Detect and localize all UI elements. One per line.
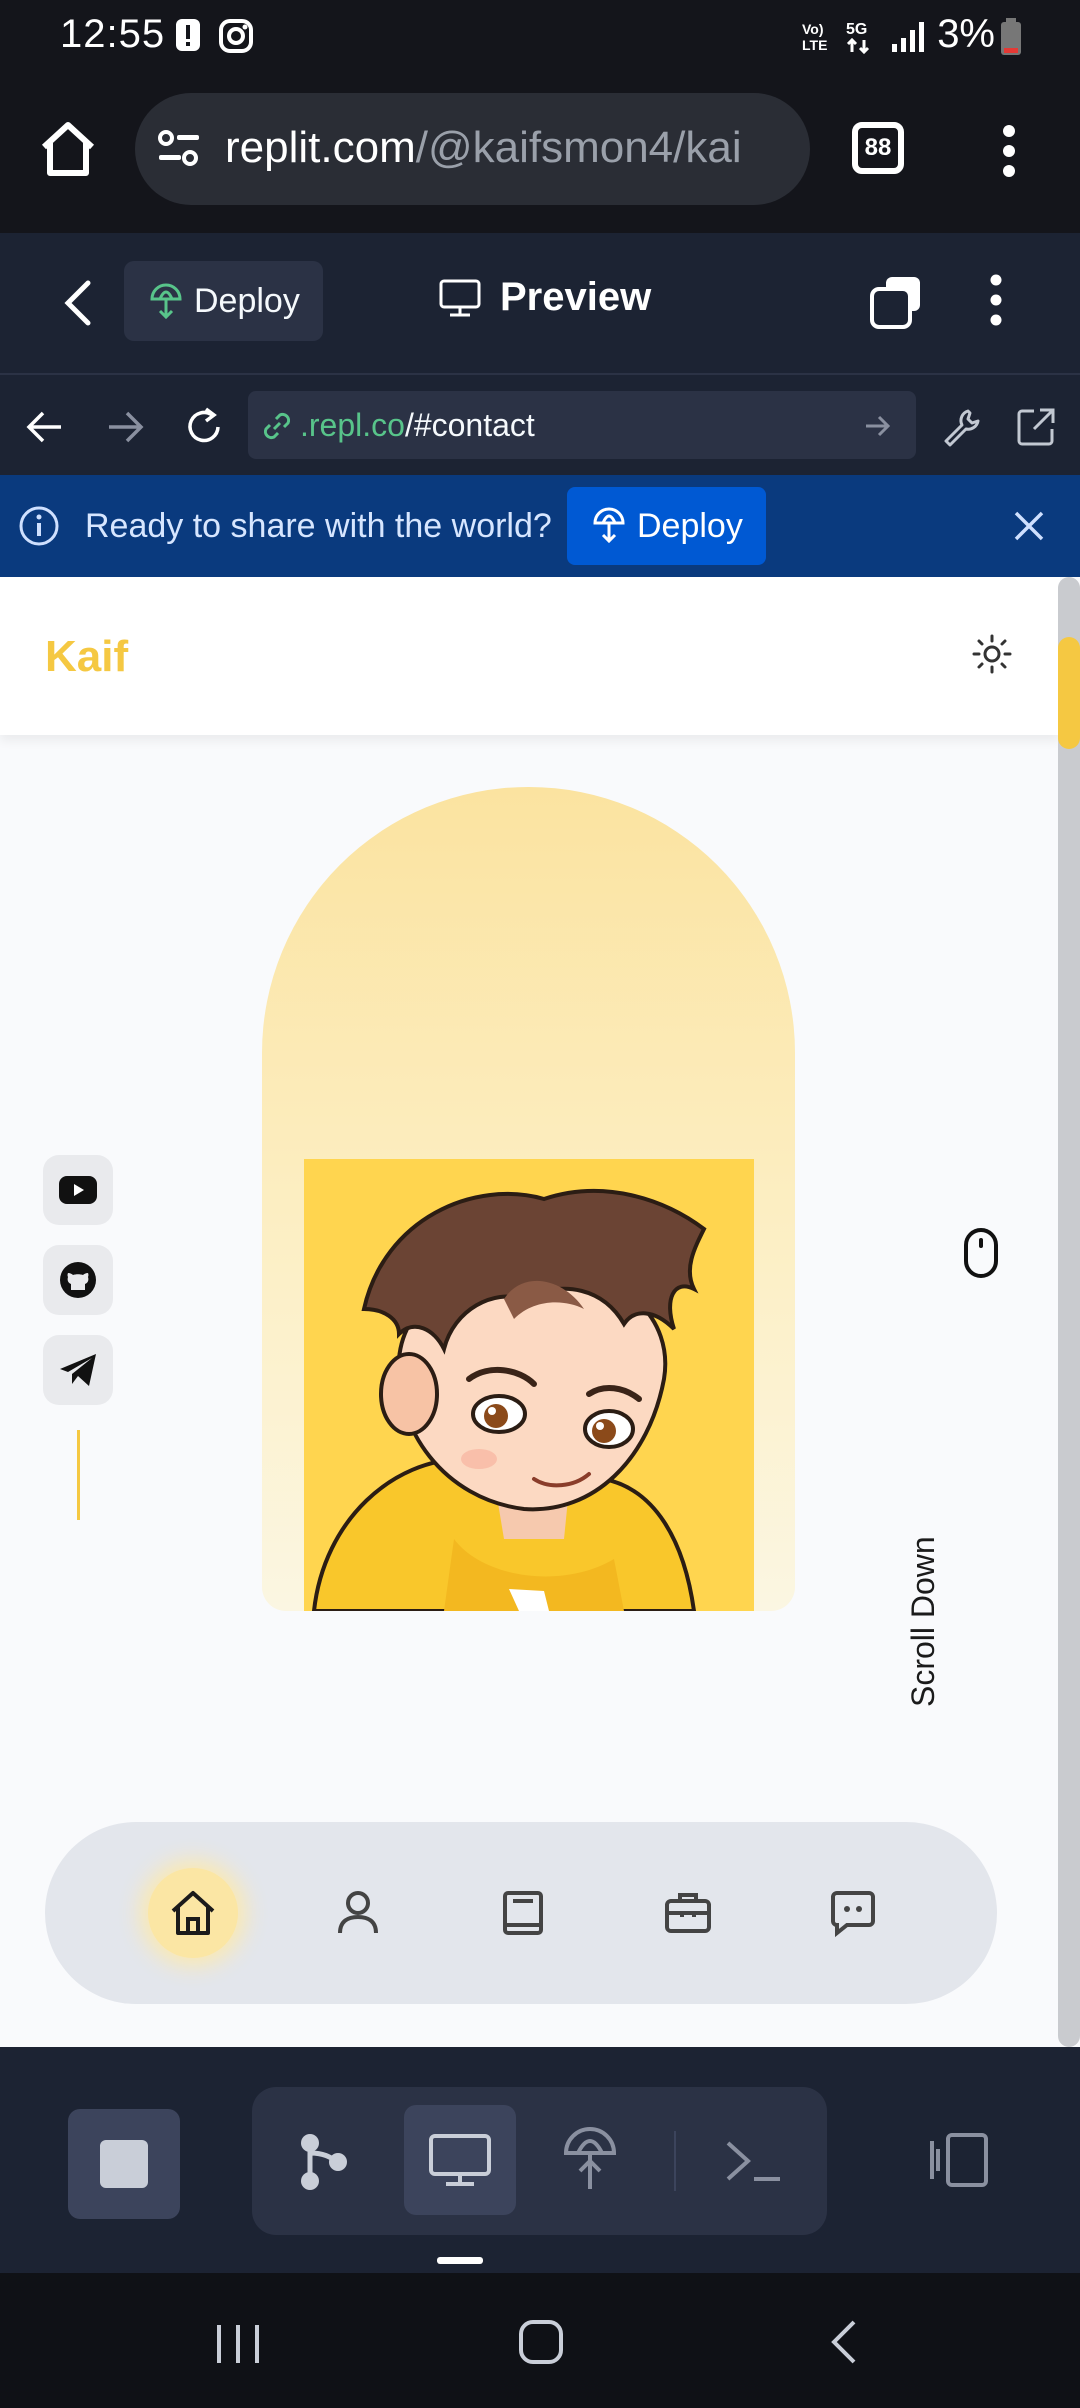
layout-toggle-icon[interactable] (924, 2131, 990, 2189)
deploy-icon (148, 283, 184, 319)
social-divider (77, 1430, 80, 1520)
open-new-tab-icon[interactable] (1014, 405, 1058, 449)
go-arrow-icon[interactable] (863, 411, 893, 441)
youtube-link[interactable] (43, 1155, 113, 1225)
deploy-button[interactable]: Deploy (124, 261, 323, 341)
battery-icon (1000, 18, 1022, 56)
briefcase-icon (662, 1887, 714, 1939)
nav-skills-button[interactable] (478, 1868, 568, 1958)
status-bar: 12:55 Vo) LTE 5G 3% (0, 0, 1080, 75)
github-icon (58, 1260, 98, 1300)
instagram-icon (218, 18, 254, 54)
preview-label: Preview (500, 275, 652, 319)
deploy-icon (562, 2127, 618, 2191)
browser-menu-icon[interactable] (995, 123, 1023, 179)
preview-url-field[interactable]: .repl.co/#contact (248, 391, 916, 459)
banner-deploy-label: Deploy (637, 506, 743, 545)
tabs-count-button[interactable]: 88 (852, 122, 904, 174)
svg-text:5G: 5G (846, 21, 867, 38)
home-icon (167, 1887, 219, 1939)
stop-icon (98, 2138, 150, 2190)
alert-icon (175, 18, 201, 52)
hero-image-frame (262, 787, 795, 1611)
preview-tab-title: Preview (438, 275, 651, 320)
browser-url-path: /@kaifsmon4/kai (415, 123, 742, 172)
deploy-icon (591, 507, 627, 543)
system-nav-bar (0, 2273, 1080, 2408)
book-icon (497, 1887, 549, 1939)
link-icon (260, 409, 294, 443)
tool-switcher (252, 2087, 827, 2235)
back-arrow-icon[interactable] (25, 407, 65, 447)
close-icon[interactable] (1010, 507, 1048, 545)
page-scrollbar[interactable] (1058, 577, 1080, 2047)
site-logo[interactable]: Kaif (45, 632, 128, 682)
preview-tool[interactable] (404, 2105, 516, 2215)
back-chevron-icon[interactable] (60, 277, 96, 329)
theme-toggle-sun-icon[interactable] (970, 632, 1014, 676)
battery-percent: 3% (937, 12, 995, 56)
preview-url-domain: .repl.co (300, 406, 405, 443)
system-home-icon[interactable] (518, 2319, 564, 2365)
devtools-wrench-icon[interactable] (940, 405, 984, 449)
nav-portfolio-button[interactable] (643, 1868, 733, 1958)
scrollbar-thumb[interactable] (1058, 637, 1080, 749)
gesture-handle (437, 2257, 483, 2264)
site-header: Kaif (0, 577, 1060, 735)
nav-about-button[interactable] (313, 1868, 403, 1958)
user-icon (332, 1887, 384, 1939)
youtube-icon (58, 1175, 98, 1205)
stop-button[interactable] (68, 2109, 180, 2219)
banner-message: Ready to share with the world? (85, 507, 552, 545)
status-time: 12:55 (60, 12, 166, 56)
chat-icon (827, 1887, 879, 1939)
telegram-link[interactable] (43, 1335, 113, 1405)
git-branch-tool[interactable] (294, 2131, 354, 2193)
deploy-banner: Ready to share with the world? Deploy (0, 475, 1080, 577)
github-link[interactable] (43, 1245, 113, 1315)
nav-contact-button[interactable] (808, 1868, 898, 1958)
nav-home-button[interactable] (148, 1868, 238, 1958)
site-preview: Kaif Scroll Down (0, 577, 1080, 2047)
info-icon (18, 505, 60, 547)
svg-text:LTE: LTE (802, 37, 827, 53)
replit-menu-icon[interactable] (982, 271, 1010, 329)
site-bottom-nav (45, 1822, 997, 2004)
replit-toolbar (0, 2047, 1080, 2273)
reload-icon[interactable] (182, 405, 226, 449)
preview-nav-bar: .repl.co/#contact (0, 373, 1080, 475)
browser-url-bar[interactable]: replit.com/@kaifsmon4/kai (135, 93, 810, 205)
banner-deploy-button[interactable]: Deploy (567, 487, 766, 565)
browser-url-domain: replit.com (225, 123, 416, 172)
recent-apps-icon[interactable] (215, 2323, 261, 2365)
tabs-icon[interactable] (868, 273, 926, 331)
deploy-label: Deploy (194, 281, 300, 320)
monitor-icon (428, 2133, 492, 2187)
telegram-icon (58, 1352, 98, 1388)
home-icon[interactable] (38, 119, 98, 179)
browser-toolbar: replit.com/@kaifsmon4/kai 88 (0, 75, 1080, 233)
signal-icons: Vo) LTE 5G (800, 16, 930, 56)
system-back-icon[interactable] (828, 2319, 858, 2365)
avatar-illustration (304, 1159, 754, 1611)
scroll-down-label[interactable]: Scroll Down (905, 1536, 942, 1707)
site-settings-icon[interactable] (157, 129, 201, 169)
tool-divider (674, 2131, 676, 2191)
mouse-icon (963, 1227, 999, 1279)
monitor-icon (438, 278, 482, 318)
replit-header: Deploy Preview (0, 233, 1080, 373)
deployments-tool[interactable] (562, 2127, 618, 2191)
preview-url-path: /#contact (404, 406, 535, 443)
terminal-icon (724, 2137, 784, 2185)
forward-arrow-icon[interactable] (105, 407, 145, 447)
branch-icon (294, 2131, 354, 2193)
shell-tool[interactable] (724, 2137, 784, 2185)
svg-text:Vo): Vo) (802, 21, 824, 37)
